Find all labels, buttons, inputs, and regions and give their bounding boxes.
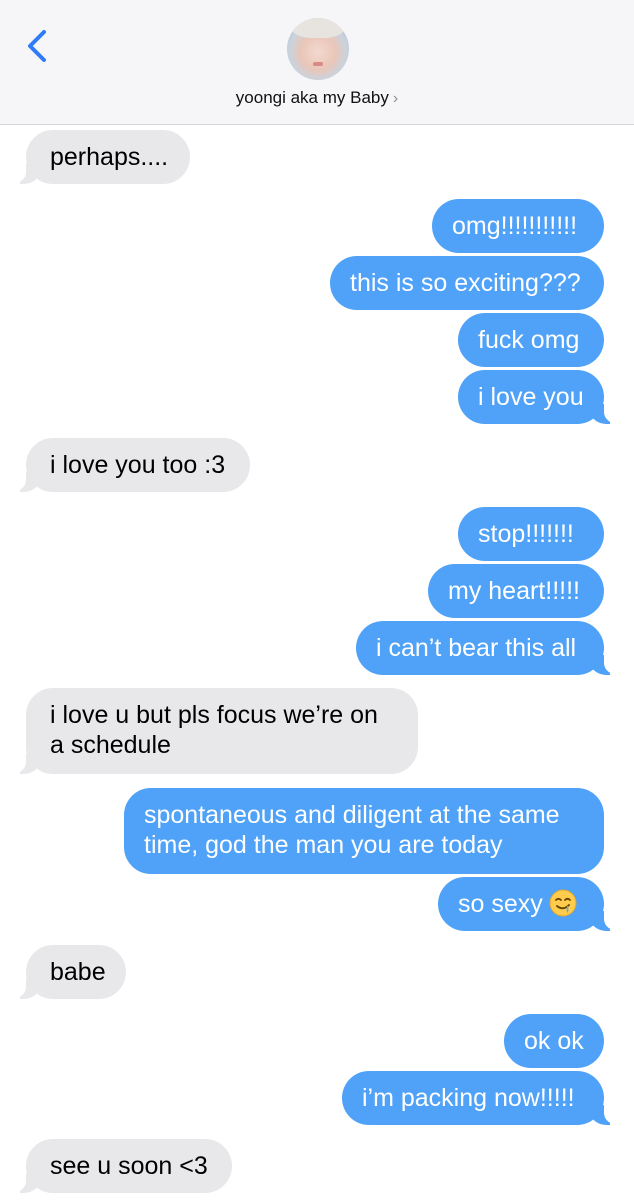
message-bubble-incoming[interactable]: see u soon <3 bbox=[0, 1139, 232, 1193]
message-text: i love you too :3 bbox=[50, 451, 226, 479]
message-text: so sexy bbox=[458, 890, 543, 918]
message-text: i can’t bear this all bbox=[376, 634, 577, 662]
message-bubble-incoming[interactable]: perhaps.... bbox=[0, 130, 190, 184]
drooling-face-icon bbox=[549, 889, 577, 917]
message-bubble-outgoing[interactable]: omg!!!!!!!!!!! bbox=[432, 199, 604, 253]
contact-name-button[interactable]: yoongi aka my Baby › bbox=[0, 88, 634, 108]
back-button[interactable] bbox=[22, 26, 54, 66]
message-text: i love you bbox=[478, 383, 584, 411]
message-text: see u soon <3 bbox=[50, 1152, 208, 1180]
avatar-hair bbox=[291, 18, 345, 38]
avatar[interactable] bbox=[287, 18, 349, 80]
message-bubble-incoming[interactable]: i love you too :3 bbox=[0, 438, 250, 492]
message-bubble-outgoing[interactable]: i can’t bear this all bbox=[356, 621, 630, 675]
avatar-lips bbox=[313, 62, 323, 66]
message-bubble-outgoing[interactable]: this is so exciting??? bbox=[330, 256, 604, 310]
message-text: stop!!!!!!! bbox=[478, 520, 574, 548]
message-text: this is so exciting??? bbox=[350, 269, 581, 297]
chevron-left-icon[interactable] bbox=[22, 26, 54, 66]
message-text: spontaneous and diligent at the same tim… bbox=[144, 801, 560, 859]
message-text: ok ok bbox=[524, 1027, 584, 1055]
chevron-right-icon: › bbox=[392, 90, 399, 107]
message-text: my heart!!!!! bbox=[448, 577, 580, 605]
message-bubble-outgoing[interactable]: i’m packing now!!!!! bbox=[342, 1071, 630, 1125]
conversation-header: yoongi aka my Baby › bbox=[0, 0, 634, 125]
message-bubble-outgoing[interactable]: my heart!!!!! bbox=[428, 564, 604, 618]
message-text: perhaps.... bbox=[50, 143, 169, 171]
message-bubble-outgoing[interactable]: stop!!!!!!! bbox=[458, 507, 604, 561]
message-bubble-outgoing[interactable]: fuck omg bbox=[458, 313, 604, 367]
contact-name: yoongi aka my Baby bbox=[235, 88, 389, 107]
message-text: fuck omg bbox=[478, 326, 580, 354]
message-bubble-incoming[interactable]: i love u but pls focus we’re on a schedu… bbox=[0, 688, 418, 774]
message-text: i love u but pls focus we’re on a schedu… bbox=[50, 701, 378, 759]
message-text: i’m packing now!!!!! bbox=[362, 1084, 575, 1112]
message-text: babe bbox=[50, 958, 106, 986]
message-bubble-outgoing[interactable]: i love you bbox=[458, 370, 630, 424]
message-bubble-outgoing[interactable]: so sexy bbox=[438, 877, 630, 931]
message-bubble-incoming[interactable]: babe bbox=[0, 945, 126, 999]
message-bubble-outgoing[interactable]: spontaneous and diligent at the same tim… bbox=[124, 788, 604, 874]
message-text: omg!!!!!!!!!!! bbox=[452, 212, 578, 240]
message-bubble-outgoing[interactable]: ok ok bbox=[504, 1014, 604, 1068]
